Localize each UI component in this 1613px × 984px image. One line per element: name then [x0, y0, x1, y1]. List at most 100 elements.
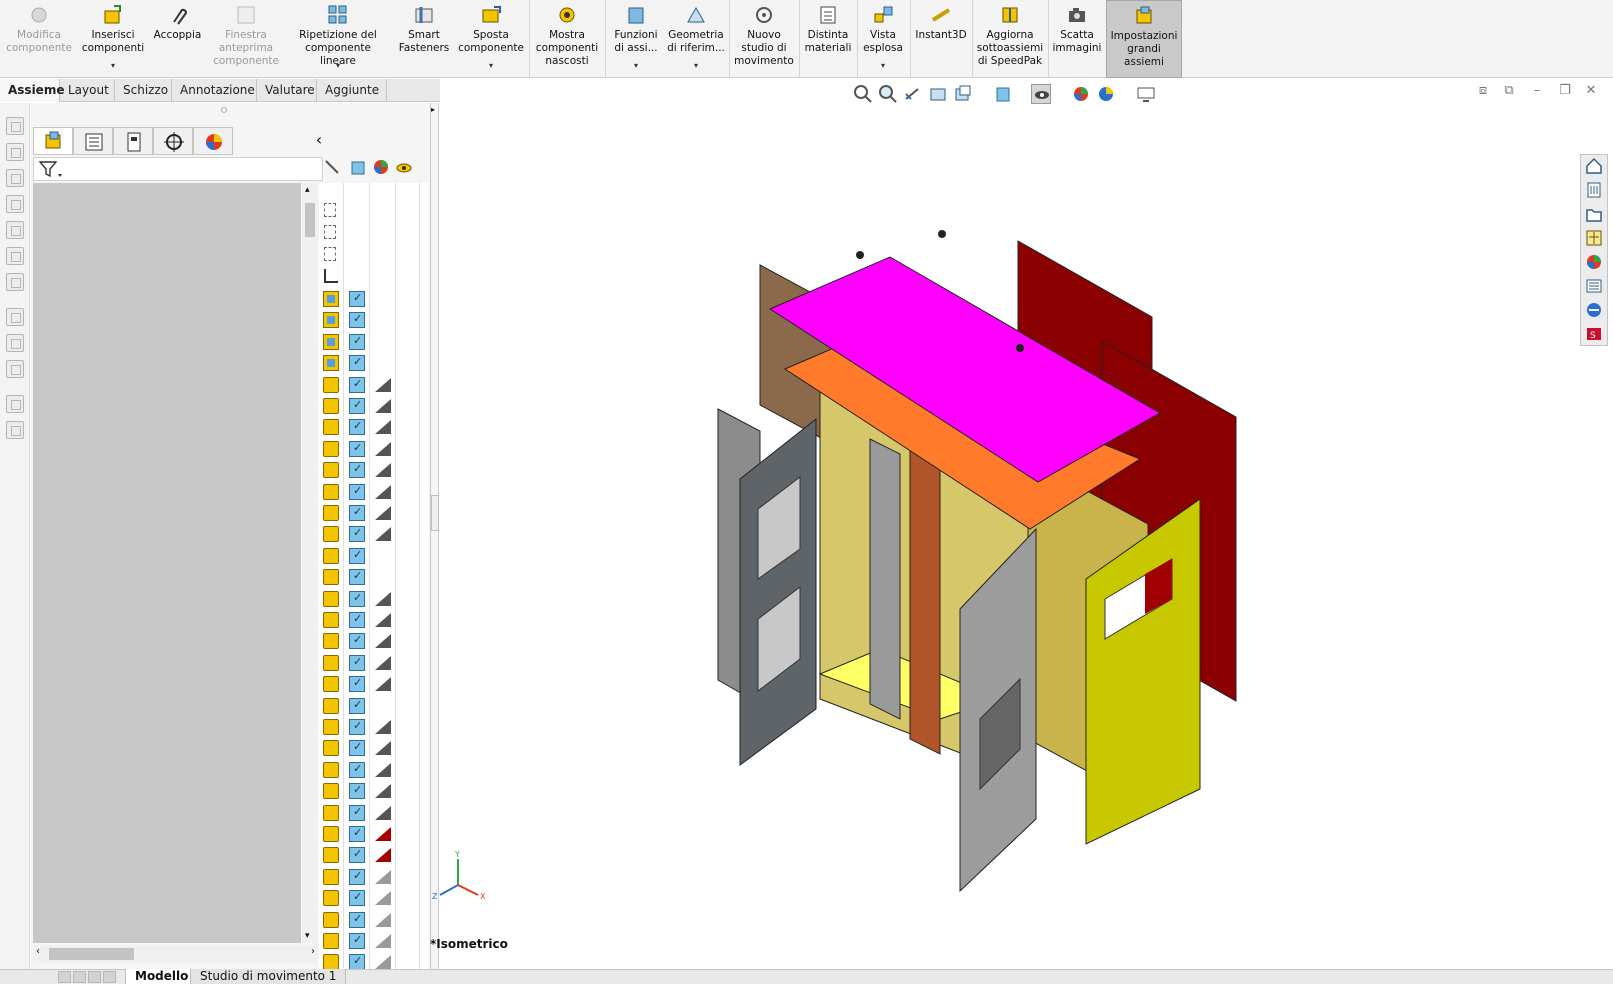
visibility-check-icon[interactable]	[349, 312, 365, 329]
appearance-swatch-icon[interactable]	[375, 613, 391, 627]
move-component-button[interactable]: Sposta componente ▾	[456, 0, 526, 78]
tool-button[interactable]	[6, 247, 24, 265]
visibility-check-icon[interactable]	[349, 547, 365, 564]
tool-button[interactable]	[6, 169, 24, 187]
tab-motion-study[interactable]: Studio di movimento 1	[190, 969, 347, 984]
visibility-check-icon[interactable]	[349, 719, 365, 735]
appearance-swatch-icon[interactable]	[375, 377, 391, 392]
appearance-swatch-icon[interactable]	[375, 720, 391, 734]
tool-button[interactable]	[6, 117, 24, 135]
part-icon[interactable]	[323, 761, 339, 778]
bill-of-materials-button[interactable]: Distinta materiali	[801, 0, 855, 78]
part-icon[interactable]	[323, 569, 339, 586]
visibility-check-icon[interactable]	[349, 612, 365, 628]
appearance-swatch-icon[interactable]	[375, 762, 391, 777]
scroll-down-icon[interactable]: ▾	[305, 931, 310, 941]
part-icon[interactable]	[323, 654, 339, 671]
visibility-check-icon[interactable]	[349, 526, 365, 543]
part-icon[interactable]	[323, 933, 339, 949]
part-icon[interactable]	[323, 376, 339, 393]
update-speedpak-subassemblies-button[interactable]: Aggiorna sottoassiemi di SpeedPak	[974, 0, 1046, 78]
subassembly-icon[interactable]	[323, 291, 339, 307]
assembly-features-button[interactable]: Funzioni di assi... ▾	[607, 0, 665, 78]
scroll-right-icon[interactable]: ›	[311, 946, 315, 957]
visibility-check-icon[interactable]	[349, 590, 365, 607]
appearance-swatch-icon[interactable]	[375, 934, 391, 948]
configuration-manager-tab[interactable]	[113, 127, 153, 155]
tool-button[interactable]	[6, 308, 24, 326]
tool-button[interactable]	[6, 421, 24, 439]
tree-filter[interactable]	[33, 157, 323, 181]
subassembly-icon[interactable]	[323, 333, 339, 350]
visibility-check-icon[interactable]	[349, 505, 365, 521]
first-tab-icon[interactable]	[58, 971, 71, 983]
appearance-swatch-icon[interactable]	[375, 891, 391, 906]
appearance-swatch-icon[interactable]	[375, 677, 391, 692]
next-tab-icon[interactable]	[88, 971, 101, 983]
dimxpert-tab[interactable]	[153, 127, 193, 155]
visibility-check-icon[interactable]	[349, 333, 365, 350]
visibility-check-icon[interactable]	[349, 804, 365, 821]
property-manager-tab[interactable]	[73, 127, 113, 155]
previous-tab-icon[interactable]	[73, 971, 86, 983]
appearance-swatch-icon[interactable]	[375, 441, 391, 456]
last-tab-icon[interactable]	[103, 971, 116, 983]
visibility-check-icon[interactable]	[349, 483, 365, 500]
scroll-up-icon[interactable]: ▴	[305, 185, 310, 195]
part-icon[interactable]	[323, 590, 339, 607]
subassembly-icon[interactable]	[323, 355, 339, 372]
appearance-swatch-icon[interactable]	[375, 506, 391, 520]
visibility-check-icon[interactable]	[349, 826, 365, 842]
tool-button[interactable]	[6, 334, 24, 352]
part-icon[interactable]	[323, 633, 339, 650]
visibility-check-icon[interactable]	[349, 911, 365, 928]
appearance-swatch-icon[interactable]	[375, 955, 391, 970]
appearance-swatch-icon[interactable]	[375, 655, 391, 670]
tab-assieme[interactable]: Assieme	[0, 79, 64, 102]
tool-button[interactable]	[6, 273, 24, 291]
visibility-check-icon[interactable]	[349, 933, 365, 949]
visibility-check-icon[interactable]	[349, 783, 365, 800]
tab-schizzo[interactable]: Schizzo	[115, 79, 172, 102]
tab-modello[interactable]: Modello	[125, 969, 199, 984]
tab-aggiunte[interactable]: Aggiunte	[317, 79, 387, 102]
part-icon[interactable]	[323, 398, 339, 414]
visibility-check-icon[interactable]	[349, 462, 365, 479]
visibility-check-icon[interactable]	[349, 633, 365, 650]
visibility-check-icon[interactable]	[349, 654, 365, 671]
splitter-grip[interactable]	[431, 495, 439, 531]
visibility-check-icon[interactable]	[349, 868, 365, 885]
part-icon[interactable]	[323, 526, 339, 543]
part-icon[interactable]	[323, 911, 339, 928]
part-icon[interactable]	[323, 547, 339, 564]
tree-vertical-scrollbar[interactable]: ▴ ▾	[302, 183, 318, 943]
tree-horizontal-scrollbar[interactable]: ‹ ›	[33, 945, 318, 963]
tool-button[interactable]	[6, 395, 24, 413]
chevron-down-icon[interactable]: ▾	[858, 59, 908, 72]
display-manager-tab[interactable]	[193, 127, 233, 155]
part-icon[interactable]	[323, 868, 339, 885]
exploded-cabinet-model[interactable]	[440, 79, 1613, 969]
part-icon[interactable]	[323, 462, 339, 479]
part-icon[interactable]	[323, 676, 339, 693]
linear-component-pattern-button[interactable]: Ripetizione del componente lineare ▾	[286, 0, 390, 78]
visibility-check-icon[interactable]	[349, 890, 365, 907]
chevron-down-icon[interactable]: ▾	[456, 59, 526, 72]
part-icon[interactable]	[323, 612, 339, 628]
visibility-check-icon[interactable]	[349, 954, 365, 971]
appearance-swatch-icon[interactable]	[375, 741, 391, 756]
scroll-thumb[interactable]	[49, 948, 134, 960]
expand-arrow-icon[interactable]: ▸	[431, 105, 435, 114]
part-icon[interactable]	[323, 847, 339, 864]
appearance-swatch-icon[interactable]	[375, 805, 391, 820]
appearance-swatch-icon[interactable]	[375, 848, 391, 863]
large-assembly-settings-button[interactable]: Impostazioni grandi assiemi	[1106, 0, 1182, 78]
part-icon[interactable]	[323, 483, 339, 500]
panel-grip[interactable]	[221, 107, 227, 113]
appearance-swatch-icon[interactable]	[375, 484, 391, 499]
graphics-area[interactable]: ⧈ ⧉ – ❐ ✕ S Y X Z *Isometrico	[430, 79, 1613, 969]
part-icon[interactable]	[323, 783, 339, 800]
part-icon[interactable]	[323, 505, 339, 521]
visibility-check-icon[interactable]	[349, 376, 365, 393]
visibility-check-icon[interactable]	[349, 847, 365, 864]
